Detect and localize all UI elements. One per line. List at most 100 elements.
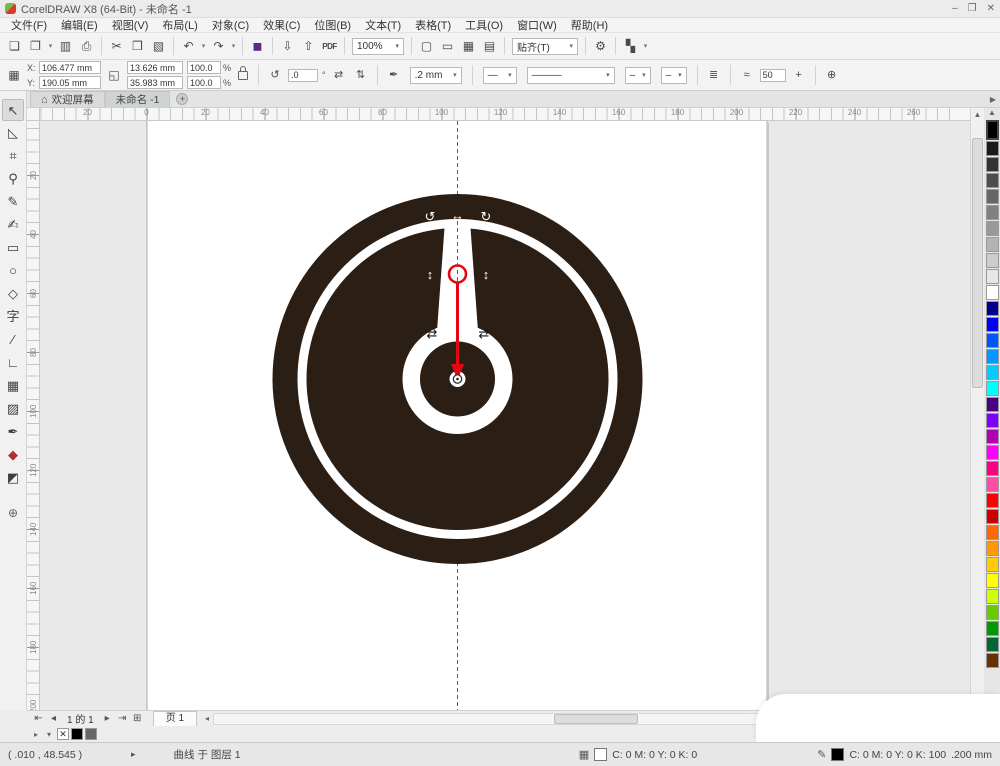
polygon-tool[interactable]: ◇ [2, 283, 24, 305]
dropdown-caret[interactable]: ▾ [46, 36, 55, 57]
color-swatch[interactable] [985, 333, 999, 348]
rotate-handle-top-left[interactable]: ↺ [425, 209, 436, 224]
skew-handle-bottom-left[interactable]: ⇄ [427, 326, 438, 341]
pick-tool[interactable]: ↖ [2, 99, 24, 121]
search-content-button[interactable]: ◼ [247, 36, 268, 57]
menu-item[interactable]: 效果(C) [256, 17, 307, 33]
menu-item[interactable]: 工具(O) [458, 17, 510, 33]
arrowhead-start-select[interactable]: — ▾ [482, 66, 517, 84]
scroll-left-icon[interactable]: ◂ [201, 714, 213, 723]
mirror-horizontal-button[interactable]: ⇄ [330, 66, 348, 84]
color-swatch[interactable] [985, 317, 999, 332]
scroll-up-icon[interactable]: ▲ [971, 108, 984, 121]
tab-document[interactable]: 未命名 -1 [104, 91, 171, 107]
export-button[interactable]: ⇧ [298, 36, 319, 57]
quick-customize-button[interactable]: ⊕ [823, 66, 841, 84]
restore-button[interactable]: ❐ [968, 3, 977, 14]
color-swatch[interactable] [985, 349, 999, 364]
next-page-button[interactable]: ▸ [100, 713, 115, 724]
rotate-handle-top-right[interactable]: ↻ [481, 209, 492, 224]
object-width-input[interactable] [127, 61, 183, 74]
color-swatch[interactable] [985, 461, 999, 476]
vertical-scrollbar[interactable]: ▲ ▼ [970, 108, 984, 710]
show-rulers-button[interactable]: ▭ [437, 36, 458, 57]
eyedropper-tool[interactable]: ✒ [2, 421, 24, 443]
color-swatch[interactable] [985, 429, 999, 444]
drop-shadow-tool[interactable]: ◆ [2, 444, 24, 466]
move-handle-top-center[interactable]: ↔ [451, 208, 464, 223]
zoom-level-select[interactable]: 100% ▾ [352, 37, 404, 55]
show-guidelines-button[interactable]: ▤ [479, 36, 500, 57]
paste-button[interactable]: ▧ [148, 36, 169, 57]
app-launcher-button[interactable]: ▚ [620, 36, 641, 57]
undo-button[interactable]: ↶ [178, 36, 199, 57]
dimension-tool[interactable]: ∕ [2, 329, 24, 351]
previous-page-button[interactable]: ◂ [46, 713, 61, 724]
arrowhead-end-select[interactable]: – ▾ [624, 66, 651, 84]
show-grid-button[interactable]: ▦ [458, 36, 479, 57]
options-button[interactable]: ⚙ [590, 36, 611, 57]
mesh-fill-tool[interactable]: ▦ [2, 375, 24, 397]
color-swatch[interactable] [985, 365, 999, 380]
vertical-ruler[interactable]: 20 40 60 80 100 120 140 160 180 200 [27, 121, 40, 710]
stretch-handle-right[interactable]: ↕ [483, 267, 490, 282]
page-tab[interactable]: 页 1 [152, 711, 198, 726]
doc-color-swatch[interactable] [71, 728, 83, 740]
scale-x-input[interactable] [187, 61, 221, 74]
fullscreen-preview-button[interactable]: ▢ [416, 36, 437, 57]
last-page-button[interactable]: ⇥ [115, 713, 130, 724]
object-height-input[interactable] [127, 76, 183, 89]
y-position-input[interactable] [39, 76, 101, 89]
outline-width-select[interactable]: .2 mm ▾ [409, 66, 462, 84]
snap-to-select[interactable]: 贴齐(T) ▾ [512, 37, 578, 55]
outline-color-swatch[interactable] [831, 748, 845, 761]
color-swatch[interactable] [985, 445, 999, 460]
color-swatch[interactable] [985, 477, 999, 492]
color-swatch[interactable] [985, 189, 999, 204]
color-swatch[interactable] [985, 605, 999, 620]
dropdown-caret[interactable]: ▾ [199, 36, 208, 57]
status-flyout-icon[interactable]: ▸ [131, 749, 136, 760]
color-swatch[interactable] [985, 269, 999, 284]
color-swatch[interactable] [985, 301, 999, 316]
color-swatch[interactable] [985, 120, 999, 140]
color-swatch[interactable] [985, 157, 999, 172]
menu-item[interactable]: 布局(L) [155, 17, 204, 33]
color-swatch[interactable] [985, 509, 999, 524]
horizontal-ruler[interactable]: 20 0 20 40 60 80 100 120 140 160 180 200 220 240 260 [40, 108, 970, 121]
color-swatch[interactable] [985, 205, 999, 220]
color-swatch[interactable] [985, 381, 999, 396]
doc-palette-expand-icon[interactable]: ▾ [44, 730, 54, 739]
import-button[interactable]: ⇩ [277, 36, 298, 57]
color-swatch[interactable] [985, 653, 999, 668]
interactive-fill-tool[interactable]: ◩ [2, 467, 24, 489]
drawing-svg[interactable]: ↺ ↔ ↻ ↕ ↕ ⇄ ⇄ [40, 121, 970, 710]
menu-item[interactable]: 视图(V) [105, 17, 156, 33]
zoom-tool[interactable]: ⚲ [2, 168, 24, 190]
color-swatch[interactable] [985, 285, 999, 300]
open-document-button[interactable]: ❐ [25, 36, 46, 57]
drawing-canvas[interactable]: ↺ ↔ ↻ ↕ ↕ ⇄ ⇄ [40, 121, 970, 710]
publish-pdf-button[interactable]: PDF [319, 36, 340, 57]
color-swatch[interactable] [985, 173, 999, 188]
smoothing-stepper[interactable]: + [790, 66, 808, 84]
color-swatch[interactable] [985, 621, 999, 636]
crop-tool[interactable]: ⌗ [2, 145, 24, 167]
vscroll-thumb[interactable] [972, 138, 983, 388]
ruler-origin-box[interactable] [27, 108, 40, 121]
copy-button[interactable]: ❒ [127, 36, 148, 57]
lock-ratio-button[interactable] [238, 65, 249, 80]
minimize-button[interactable]: – [952, 3, 958, 14]
dropdown-caret[interactable]: ▾ [641, 36, 650, 57]
color-swatch[interactable] [985, 397, 999, 412]
color-swatch[interactable] [985, 237, 999, 252]
color-swatch[interactable] [985, 589, 999, 604]
ellipse-tool[interactable]: ○ [2, 260, 24, 282]
line-cap-select[interactable]: – ▾ [660, 66, 687, 84]
line-style-select[interactable]: ——— ▾ [526, 66, 615, 84]
transparency-tool[interactable]: ▨ [2, 398, 24, 420]
color-swatch[interactable] [985, 541, 999, 556]
first-page-button[interactable]: ⇤ [31, 713, 46, 724]
new-document-button[interactable]: ❏ [4, 36, 25, 57]
menu-item[interactable]: 窗口(W) [510, 17, 564, 33]
